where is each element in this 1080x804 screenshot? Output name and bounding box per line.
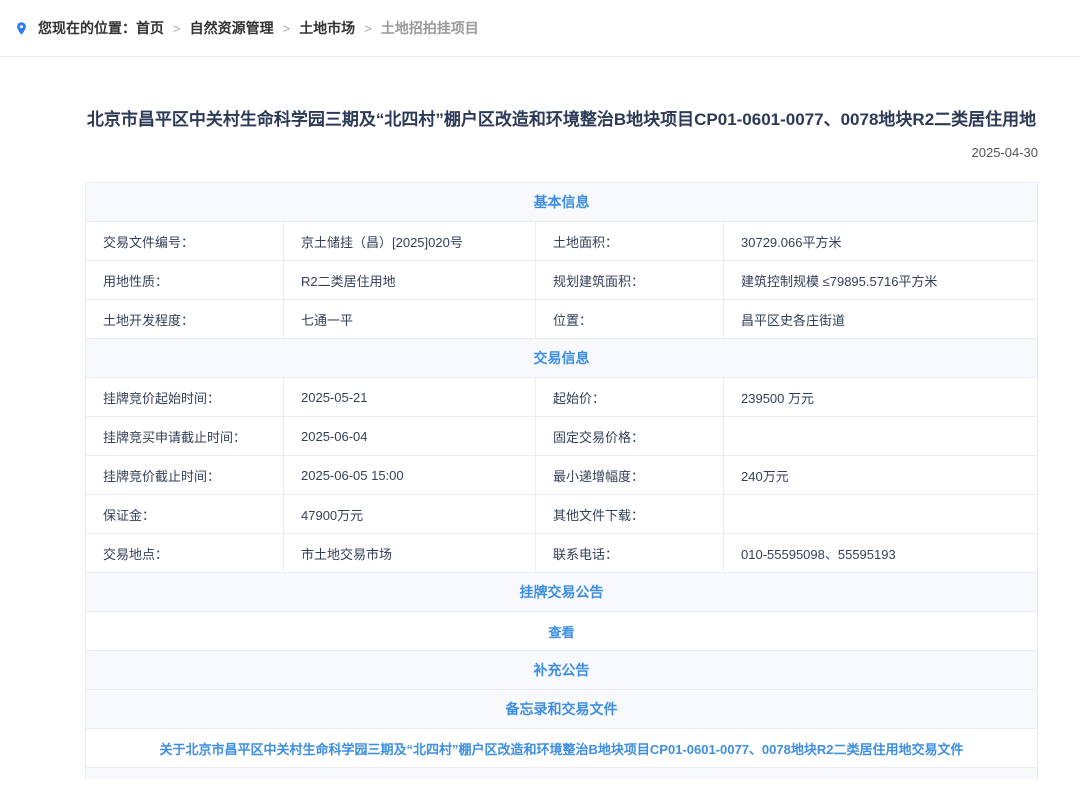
field-label: 保证金： [86,495,283,533]
breadcrumb-separator: > [364,21,372,36]
field-value: 30729.066平方米 [723,222,1037,260]
field-label: 最小递增幅度： [535,456,723,494]
section-header-row: 补充公告 [86,651,1037,690]
table-row: 挂牌竞价截止时间：2025-06-05 15:00最小递增幅度：240万元 [86,456,1037,495]
publish-date: 2025-04-30 [85,145,1038,160]
section-title: 基本信息 [534,192,590,212]
section-title: 备忘录和交易文件 [506,699,618,719]
field-label: 土地开发程度： [86,300,283,338]
field-label: 挂牌竞买申请截止时间： [86,417,283,455]
field-label: 交易地点： [86,534,283,572]
table-row: 挂牌竞买申请截止时间：2025-06-04固定交易价格： [86,417,1037,456]
field-value: 240万元 [723,456,1037,494]
field-value: 建筑控制规模 ≤79895.5716平方米 [723,261,1037,299]
breadcrumb-item-home[interactable]: 首页 [136,18,164,38]
field-value: 2025-05-21 [283,378,535,416]
field-label: 用地性质： [86,261,283,299]
section-header-row: 交易信息 [86,339,1037,378]
field-label: 固定交易价格： [535,417,723,455]
breadcrumb-separator: > [283,21,291,36]
location-pin-icon [14,21,29,36]
table-row: 交易地点：市土地交易市场联系电话：010-55595098、55595193 [86,534,1037,573]
field-value [723,417,1037,455]
field-label: 挂牌竞价截止时间： [86,456,283,494]
section-title: 补充公告 [534,660,590,680]
transaction-document-link[interactable]: 关于北京市昌平区中关村生命科学园三期及“北四村”棚户区改造和环境整治B地块项目C… [160,739,964,758]
field-label: 联系电话： [535,534,723,572]
page-title: 北京市昌平区中关村生命科学园三期及“北四村”棚户区改造和环境整治B地块项目CP0… [85,107,1038,133]
section-header-row: 备忘录和交易文件 [86,690,1037,729]
field-label: 位置： [535,300,723,338]
link-row: 关于北京市昌平区中关村生命科学园三期及“北四村”棚户区改造和环境整治B地块项目C… [86,729,1037,768]
field-label: 起始价： [535,378,723,416]
field-value: 市土地交易市场 [283,534,535,572]
breadcrumb-item-current: 土地招拍挂项目 [381,18,479,38]
table-row: 保证金：47900万元其他文件下载： [86,495,1037,534]
field-value: 七通一平 [283,300,535,338]
field-value: 47900万元 [283,495,535,533]
section-header-row: 挂牌交易公告 [86,573,1037,612]
view-link[interactable]: 查看 [548,622,574,641]
field-value: 2025-06-05 15:00 [283,456,535,494]
field-label: 规划建筑面积： [535,261,723,299]
section-header-row: 基本信息 [86,183,1037,222]
breadcrumb-prefix: 您现在的位置： [38,18,136,38]
section-title: 交易信息 [534,348,590,368]
field-label: 土地面积： [535,222,723,260]
field-value: R2二类居住用地 [283,261,535,299]
section-title: 挂牌交易公告 [520,582,604,602]
breadcrumb: 您现在的位置： 首页 > 自然资源管理 > 土地市场 > 土地招拍挂项目 [0,0,1080,56]
next-section-partial-band [86,768,1037,779]
breadcrumb-item-natural-resources[interactable]: 自然资源管理 [190,18,274,38]
table-row: 交易文件编号：京土储挂（昌）[2025]020号土地面积：30729.066平方… [86,222,1037,261]
field-label: 挂牌竞价起始时间： [86,378,283,416]
field-value: 239500 万元 [723,378,1037,416]
field-value [723,495,1037,533]
header-divider [0,56,1080,57]
breadcrumb-separator: > [173,21,181,36]
link-row: 查看 [86,612,1037,651]
main-content: 北京市昌平区中关村生命科学园三期及“北四村”棚户区改造和环境整治B地块项目CP0… [85,107,1038,779]
field-value: 昌平区史各庄街道 [723,300,1037,338]
breadcrumb-item-land-market[interactable]: 土地市场 [299,18,355,38]
land-info-table: 基本信息交易文件编号：京土储挂（昌）[2025]020号土地面积：30729.0… [85,182,1038,779]
field-value: 京土储挂（昌）[2025]020号 [283,222,535,260]
field-value: 010-55595098、55595193 [723,534,1037,572]
table-row: 土地开发程度：七通一平位置：昌平区史各庄街道 [86,300,1037,339]
field-label: 交易文件编号： [86,222,283,260]
field-label: 其他文件下载： [535,495,723,533]
table-row: 用地性质：R2二类居住用地规划建筑面积：建筑控制规模 ≤79895.5716平方… [86,261,1037,300]
field-value: 2025-06-04 [283,417,535,455]
table-row: 挂牌竞价起始时间：2025-05-21起始价：239500 万元 [86,378,1037,417]
